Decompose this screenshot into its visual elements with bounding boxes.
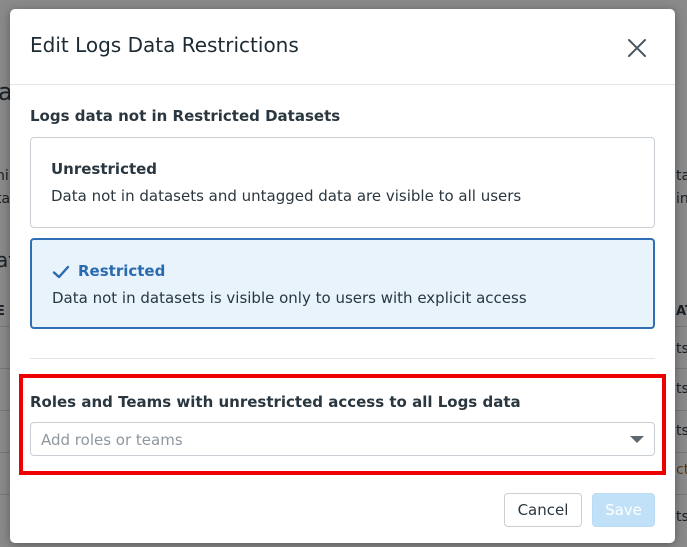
bg-divider xyxy=(675,368,687,369)
option-description: Data not in datasets and untagged data a… xyxy=(51,187,522,205)
roles-placeholder: Add roles or teams xyxy=(41,431,183,449)
unrestricted-option[interactable]: Unrestricted Data not in datasets and un… xyxy=(30,137,655,228)
bg-divider xyxy=(675,494,687,495)
bg-text-fragment: E xyxy=(0,304,5,319)
bg-text-fragment: ta xyxy=(676,168,687,184)
bg-divider xyxy=(0,368,10,369)
close-icon xyxy=(628,39,646,57)
bg-text-fragment: ts xyxy=(676,381,687,397)
bg-text-fragment: ni xyxy=(0,168,9,184)
checkmark-icon xyxy=(52,265,70,279)
save-button[interactable]: Save xyxy=(592,493,655,527)
modal-header: Edit Logs Data Restrictions xyxy=(10,9,675,85)
option-description: Data not in datasets is visible only to … xyxy=(52,289,527,307)
bg-divider xyxy=(0,452,10,453)
section-divider xyxy=(30,358,655,359)
restricted-option[interactable]: Restricted Data not in datasets is visib… xyxy=(30,238,655,329)
roles-teams-select[interactable]: Add roles or teams xyxy=(30,422,655,456)
bg-divider xyxy=(0,326,10,327)
caret-down-icon[interactable] xyxy=(630,436,644,443)
bg-text-fragment: ts xyxy=(676,509,687,525)
bg-divider xyxy=(0,494,10,495)
close-button[interactable] xyxy=(622,33,652,63)
bg-divider xyxy=(675,326,687,327)
cancel-button[interactable]: Cancel xyxy=(504,493,582,527)
bg-divider xyxy=(0,410,10,411)
bg-divider xyxy=(675,410,687,411)
option-title: Restricted xyxy=(78,262,166,280)
roles-label: Roles and Teams with unrestricted access… xyxy=(30,393,521,411)
bg-text-fragment: ts xyxy=(676,341,687,357)
bg-text-fragment: cti xyxy=(676,462,687,478)
bg-text-fragment: AT xyxy=(676,304,687,319)
section-title: Logs data not in Restricted Datasets xyxy=(30,107,341,125)
bg-text-fragment: ta xyxy=(0,191,11,207)
bg-divider xyxy=(675,452,687,453)
edit-logs-restrictions-modal: Edit Logs Data Restrictions Logs data no… xyxy=(10,9,675,543)
option-title: Unrestricted xyxy=(51,160,158,178)
bg-text-fragment: ts xyxy=(676,423,687,439)
modal-title: Edit Logs Data Restrictions xyxy=(30,33,299,57)
bg-text-fragment: inf xyxy=(676,191,687,207)
